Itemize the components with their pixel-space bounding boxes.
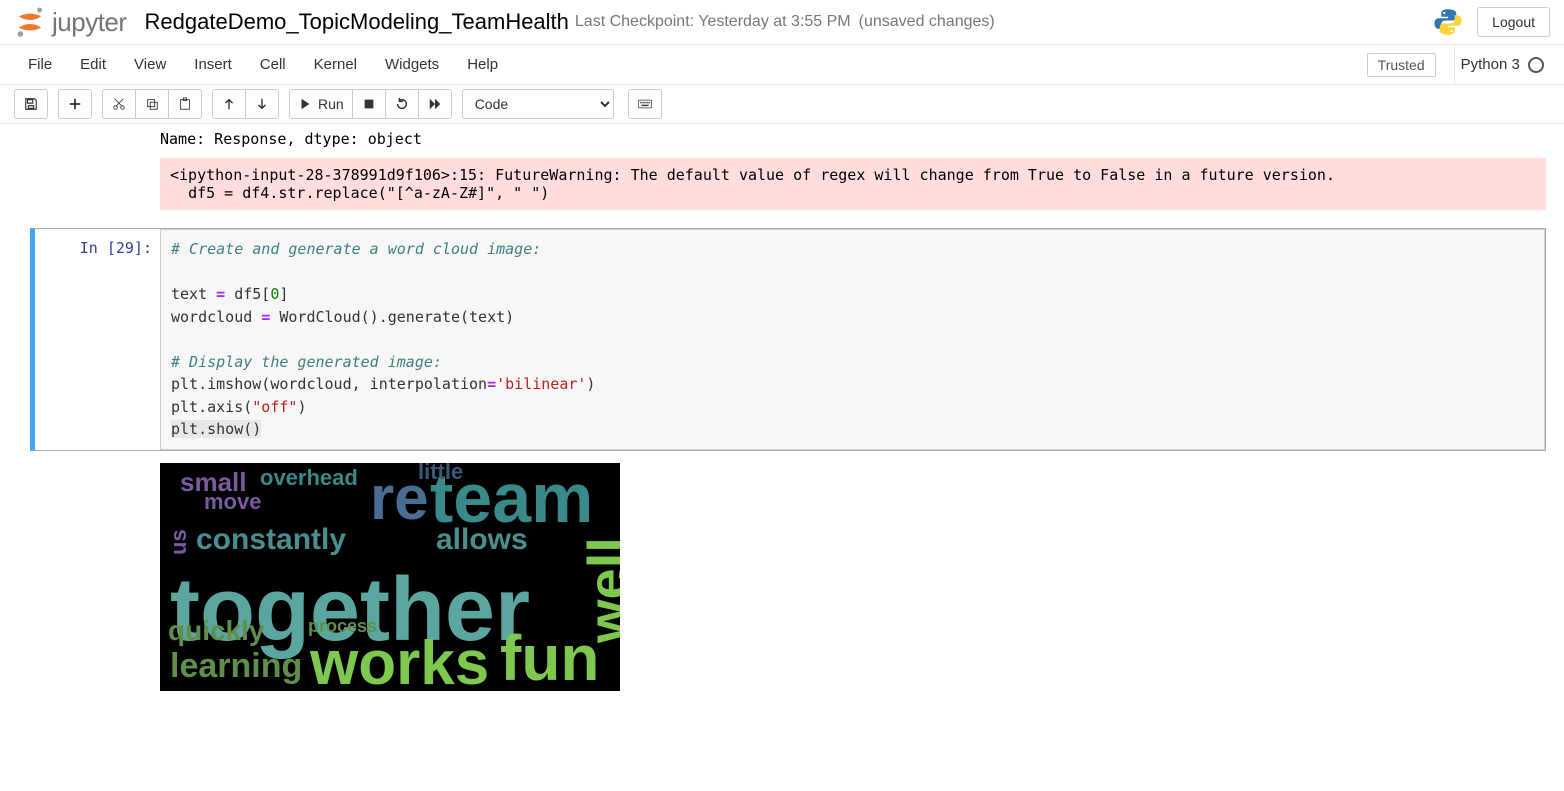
checkpoint-text: Last Checkpoint: Yesterday at 3:55 PM	[575, 13, 851, 31]
notebook-title[interactable]: RedgateDemo_TopicModeling_TeamHealth	[145, 9, 569, 35]
header-bar: jupyter RedgateDemo_TopicModeling_TeamHe…	[0, 0, 1564, 45]
toolbar: Run Code Markdown Raw NBConvert Heading	[0, 85, 1564, 124]
paste-button[interactable]	[168, 89, 202, 119]
arrow-up-icon	[222, 97, 236, 111]
trusted-badge[interactable]: Trusted	[1367, 53, 1436, 77]
arrow-down-icon	[255, 97, 269, 111]
menu-help[interactable]: Help	[453, 48, 512, 81]
logout-button[interactable]: Logout	[1477, 7, 1550, 37]
copy-button[interactable]	[135, 89, 169, 119]
add-cell-button[interactable]	[58, 89, 92, 119]
notebook-area: Name: Response, dtype: object <ipython-i…	[0, 124, 1564, 691]
scissors-icon	[112, 97, 126, 111]
kernel-name[interactable]: Python 3	[1454, 45, 1550, 85]
unsaved-text: (unsaved changes)	[859, 13, 995, 31]
menu-edit[interactable]: Edit	[66, 48, 120, 81]
save-icon	[24, 97, 38, 111]
jupyter-logo[interactable]: jupyter	[14, 6, 127, 38]
keyboard-icon	[638, 97, 652, 111]
restart-icon	[395, 97, 409, 111]
save-button[interactable]	[14, 89, 48, 119]
restart-button[interactable]	[385, 89, 419, 119]
restart-run-all-button[interactable]	[418, 89, 452, 119]
run-button[interactable]: Run	[289, 89, 353, 119]
jupyter-wordmark: jupyter	[52, 7, 127, 38]
jupyter-icon	[14, 6, 46, 38]
kernel-status-icon	[1528, 57, 1544, 73]
play-icon	[298, 97, 312, 111]
menu-kernel[interactable]: Kernel	[300, 48, 371, 81]
output-text-name: Name: Response, dtype: object	[30, 124, 1546, 154]
menu-cell[interactable]: Cell	[246, 48, 300, 81]
fast-forward-icon	[428, 97, 442, 111]
menu-widgets[interactable]: Widgets	[371, 48, 453, 81]
python-icon	[1433, 7, 1463, 37]
menu-file[interactable]: File	[14, 48, 66, 81]
copy-icon	[145, 97, 159, 111]
command-palette-button[interactable]	[628, 89, 662, 119]
menu-insert[interactable]: Insert	[180, 48, 246, 81]
move-up-button[interactable]	[212, 89, 246, 119]
wordcloud-image: togetherworksfunteamrewellconstantlyallo…	[160, 463, 620, 691]
plus-icon	[68, 97, 82, 111]
output-stderr: <ipython-input-28-378991d9f106>:15: Futu…	[160, 158, 1546, 210]
menu-bar: File Edit View Insert Cell Kernel Widget…	[0, 45, 1564, 85]
menu-view[interactable]: View	[120, 48, 180, 81]
move-down-button[interactable]	[245, 89, 279, 119]
stop-icon	[362, 97, 376, 111]
code-editor[interactable]: # Create and generate a word cloud image…	[160, 229, 1545, 450]
paste-icon	[178, 97, 192, 111]
interrupt-button[interactable]	[352, 89, 386, 119]
celltype-select[interactable]: Code Markdown Raw NBConvert Heading	[462, 89, 614, 119]
code-cell-29[interactable]: In [29]: # Create and generate a word cl…	[30, 228, 1546, 451]
cell-output-image: togetherworksfunteamrewellconstantlyallo…	[160, 463, 1564, 691]
cell-prompt: In [29]:	[35, 229, 160, 450]
cut-button[interactable]	[102, 89, 136, 119]
